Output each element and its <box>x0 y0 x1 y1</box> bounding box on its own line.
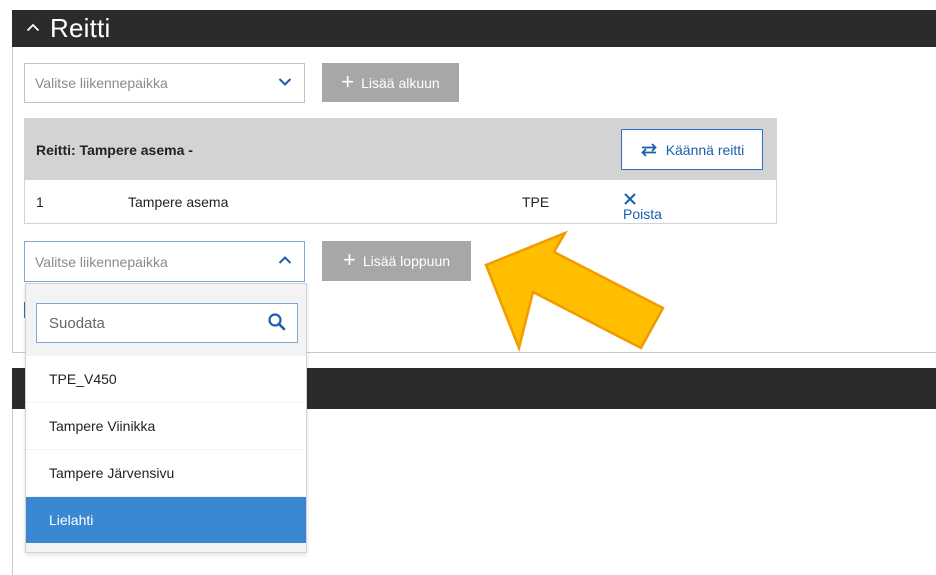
search-icon <box>268 313 286 331</box>
annotation-arrow-icon <box>484 230 665 353</box>
dropdown-option-selected[interactable]: Lielahti <box>26 497 306 543</box>
row-station-code: TPE <box>522 194 550 210</box>
reverse-route-label: Käännä reitti <box>665 141 745 158</box>
dropdown-option[interactable]: TPE_V450 <box>26 356 306 402</box>
filter-placeholder: Suodata <box>49 314 105 332</box>
route-title: Reitti: Tampere asema - <box>36 142 193 158</box>
section-title: Reitti <box>50 13 111 43</box>
remove-label: Poista <box>623 206 662 222</box>
end-location-select[interactable]: Valitse liikennepaikka <box>24 241 305 282</box>
route-table-header: Reitti: Tampere asema - Käännä reitti <box>25 119 776 180</box>
option-label: Lielahti <box>49 512 94 528</box>
filter-input[interactable]: Suodata <box>36 303 298 343</box>
swap-arrows-icon <box>640 142 657 157</box>
end-select-placeholder: Valitse liikennepaikka <box>35 253 168 270</box>
dropdown-option[interactable]: Tampere Viinikka <box>26 403 306 449</box>
option-label: Tampere Viinikka <box>49 418 156 434</box>
chevron-up-icon <box>278 256 292 264</box>
start-select-placeholder: Valitse liikennepaikka <box>35 75 168 91</box>
add-to-start-label: Lisää alkuun <box>361 74 440 91</box>
add-to-end-label: Lisää loppuun <box>362 253 451 269</box>
close-icon <box>624 193 636 205</box>
dropdown-option[interactable]: Tampere Järvensivu <box>26 450 306 496</box>
plus-icon: + <box>341 68 355 94</box>
plus-icon: + <box>342 247 356 272</box>
start-location-select[interactable]: Valitse liikennepaikka <box>24 63 305 103</box>
filter-area: Suodata <box>26 284 306 352</box>
add-to-end-button[interactable]: + Lisää loppuun <box>322 241 471 281</box>
route-table: Reitti: Tampere asema - Käännä reitti 1 … <box>24 118 777 224</box>
option-label: TPE_V450 <box>49 371 117 387</box>
chevron-up-icon <box>26 23 40 32</box>
row-index: 1 <box>36 194 44 210</box>
reverse-route-button[interactable]: Käännä reitti <box>621 129 763 170</box>
chevron-down-icon <box>278 78 292 86</box>
location-dropdown: Suodata TPE_V450 Tampere Viinikka Tamper… <box>25 283 307 553</box>
add-to-start-button[interactable]: + Lisää alkuun <box>322 63 459 102</box>
option-label: Tampere Järvensivu <box>49 465 175 481</box>
section-header[interactable]: Reitti <box>12 10 936 47</box>
row-station-name: Tampere asema <box>128 194 229 210</box>
second-section-border <box>12 409 13 575</box>
table-row: 1 Tampere asema TPE Poista <box>25 180 776 223</box>
remove-button[interactable]: Poista <box>623 192 662 222</box>
